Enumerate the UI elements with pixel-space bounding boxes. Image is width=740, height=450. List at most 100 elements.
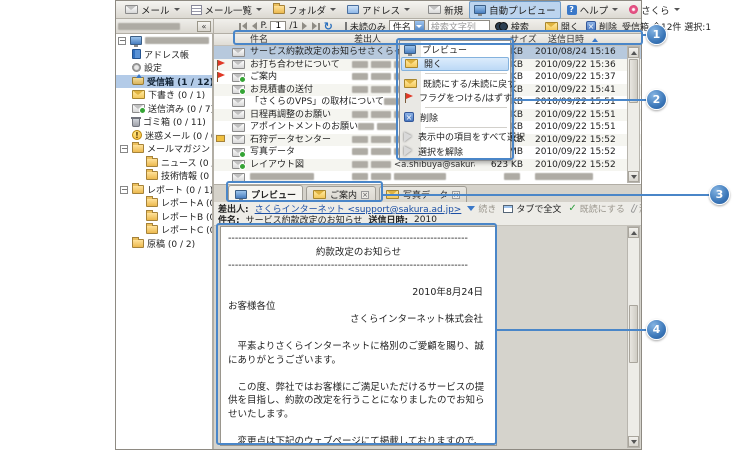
redacted-text: [371, 61, 391, 68]
scrollbar-thumb[interactable]: [629, 305, 638, 363]
column-subject[interactable]: 件名: [250, 34, 268, 46]
open-button[interactable]: 開く: [543, 20, 581, 33]
trash-icon: [132, 118, 140, 127]
search-button[interactable]: 検索: [493, 20, 531, 33]
mail-icon: [313, 190, 326, 199]
close-icon[interactable]: [361, 191, 369, 199]
redacted-text: [371, 86, 391, 93]
message-subject: お見積書の送付: [250, 84, 352, 97]
monitor-icon: [404, 45, 416, 54]
column-size[interactable]: サイズ: [510, 34, 537, 46]
mail-status-area: [232, 160, 245, 171]
context-menu-item[interactable]: 削除: [401, 110, 509, 125]
redacted-text: [535, 173, 593, 180]
scroll-down-button[interactable]: [628, 171, 639, 182]
sidebar-item[interactable]: 原稿 (0 / 2): [116, 237, 212, 251]
action-down-arrow[interactable]: 続き: [467, 202, 496, 215]
context-menu-item[interactable]: 選択を解除: [401, 144, 509, 159]
mail-icon: [232, 85, 245, 94]
action-paperclip[interactable]: 添付:なし: [632, 202, 641, 215]
message-size: [475, 171, 523, 184]
sidebar-item[interactable]: レポート (0 / 1): [116, 183, 212, 197]
folder-menu-button[interactable]: フォルダ: [268, 1, 341, 19]
new-mail-icon: [428, 5, 441, 14]
preview-header-line2: 件名: サービス約款改定のお知らせ 送信日時: 2010: [218, 214, 637, 225]
folder-icon: [146, 198, 158, 207]
scrollbar-thumb[interactable]: [629, 59, 638, 103]
mail-list-menu-button[interactable]: メール一覧: [186, 1, 268, 19]
help-menu-button[interactable]: ヘルプ: [562, 1, 624, 19]
sidebar-item[interactable]: ゴミ箱 (0 / 11): [116, 115, 212, 129]
collapse-sidebar-button[interactable]: [197, 21, 211, 32]
collapse-toggle-icon[interactable]: [118, 37, 126, 45]
callout-4: 4: [646, 319, 667, 340]
search-field-select[interactable]: 件名: [389, 20, 425, 32]
new-mail-button[interactable]: 新規: [423, 1, 468, 19]
column-date[interactable]: 送信日時: [548, 34, 584, 46]
first-page-button[interactable]: [238, 22, 248, 30]
sidebar-item[interactable]: 下書き (0 / 1): [116, 88, 212, 102]
page-input[interactable]: [270, 21, 286, 32]
chevron-down-icon: [256, 8, 262, 11]
sakura-menu-button[interactable]: さくら: [624, 1, 685, 19]
last-page-icon: [318, 23, 320, 30]
message-subject: お打ち合わせについて: [250, 59, 352, 72]
scroll-up-button[interactable]: [628, 47, 639, 58]
sidebar-item[interactable]: メールマガジン (0 / 2): [116, 142, 212, 156]
search-field-value: 件名: [393, 20, 411, 33]
collapse-toggle-icon[interactable]: [120, 145, 128, 153]
next-page-button[interactable]: [301, 22, 308, 30]
callout-3: 3: [709, 184, 730, 205]
context-menu-item[interactable]: プレビュー: [401, 42, 509, 57]
preview-scrollbar[interactable]: [627, 226, 640, 448]
unread-only-checkbox[interactable]: [345, 22, 347, 30]
prev-page-button[interactable]: [251, 22, 258, 30]
sidebar-item[interactable]: ニュース (0 / 0): [116, 156, 212, 170]
sidebar-item[interactable]: 技術情報 (0 / 0): [116, 169, 212, 183]
sidebar-item-label: レポートC (0 / 2): [161, 223, 213, 236]
sidebar-item[interactable]: レポートC (0 / 2): [116, 223, 212, 237]
sidebar-item-label: ゴミ箱 (0 / 11): [143, 115, 206, 128]
sidebar-item[interactable]: アドレス帳: [116, 48, 212, 62]
tab-preview[interactable]: プレビュー: [228, 185, 303, 202]
sidebar-item[interactable]: レポートB (0 / 1): [116, 210, 212, 224]
mail-menu-button[interactable]: メール: [120, 1, 185, 19]
context-menu-item[interactable]: 表示中の項目をすべて選択: [401, 130, 509, 145]
sidebar-item[interactable]: 迷惑メール (0 / 0): [116, 129, 212, 143]
sidebar-item[interactable]: 送信済み (0 / 7): [116, 102, 212, 116]
mail-icon: [232, 135, 245, 144]
auto-preview-toggle[interactable]: 自動プレビュー: [469, 1, 561, 19]
collapse-toggle-icon[interactable]: [120, 186, 128, 194]
search-input[interactable]: [428, 20, 490, 32]
sidebar-item[interactable]: 設定: [116, 61, 212, 75]
tab-message[interactable]: ご案内: [306, 186, 376, 202]
redacted-text: [250, 173, 314, 180]
action-check[interactable]: 既読にする: [568, 202, 624, 215]
message-subject: 石狩データセンター: [250, 134, 352, 147]
column-sender[interactable]: 差出人: [354, 34, 381, 46]
refresh-button[interactable]: [324, 21, 333, 32]
scroll-up-button[interactable]: [628, 227, 639, 238]
scroll-down-button[interactable]: [628, 436, 639, 447]
annotation-line-4: [496, 329, 647, 331]
message-subject: 「さくらのVPS」の取材について: [250, 96, 384, 109]
body-line: 平素よりさくらインターネットに格別のご愛顧を賜り、誠にありがとうございます。: [228, 340, 489, 367]
context-menu-item[interactable]: 開く: [401, 57, 509, 72]
address-menu-button[interactable]: アドレス: [342, 1, 415, 19]
body-line: 変更点は下記のウェブページにて掲載しておりますので、是非ご一読いただけますようお…: [228, 435, 489, 447]
folder-icon: [146, 225, 158, 234]
flag-icon: [216, 60, 225, 70]
context-menu-item[interactable]: 既読にする/未読に戻す: [401, 76, 509, 91]
message-list-scrollbar[interactable]: [627, 46, 640, 183]
sidebar-item[interactable]: レポートA (0 / 1): [116, 196, 212, 210]
delete-button[interactable]: 削除: [584, 20, 619, 33]
message-row[interactable]: [214, 171, 641, 184]
mail-icon: [232, 73, 245, 82]
delete-icon: [586, 21, 596, 31]
action-tab-window[interactable]: タブで全文: [503, 202, 561, 215]
mail-list-menu-label: メール一覧: [205, 3, 253, 17]
sidebar-item[interactable]: 受信箱 (1 / 12): [116, 75, 212, 89]
sidebar-account-root[interactable]: [116, 34, 212, 48]
context-menu-item[interactable]: フラグをつける/はずす: [401, 91, 509, 106]
last-page-button[interactable]: [311, 22, 321, 30]
